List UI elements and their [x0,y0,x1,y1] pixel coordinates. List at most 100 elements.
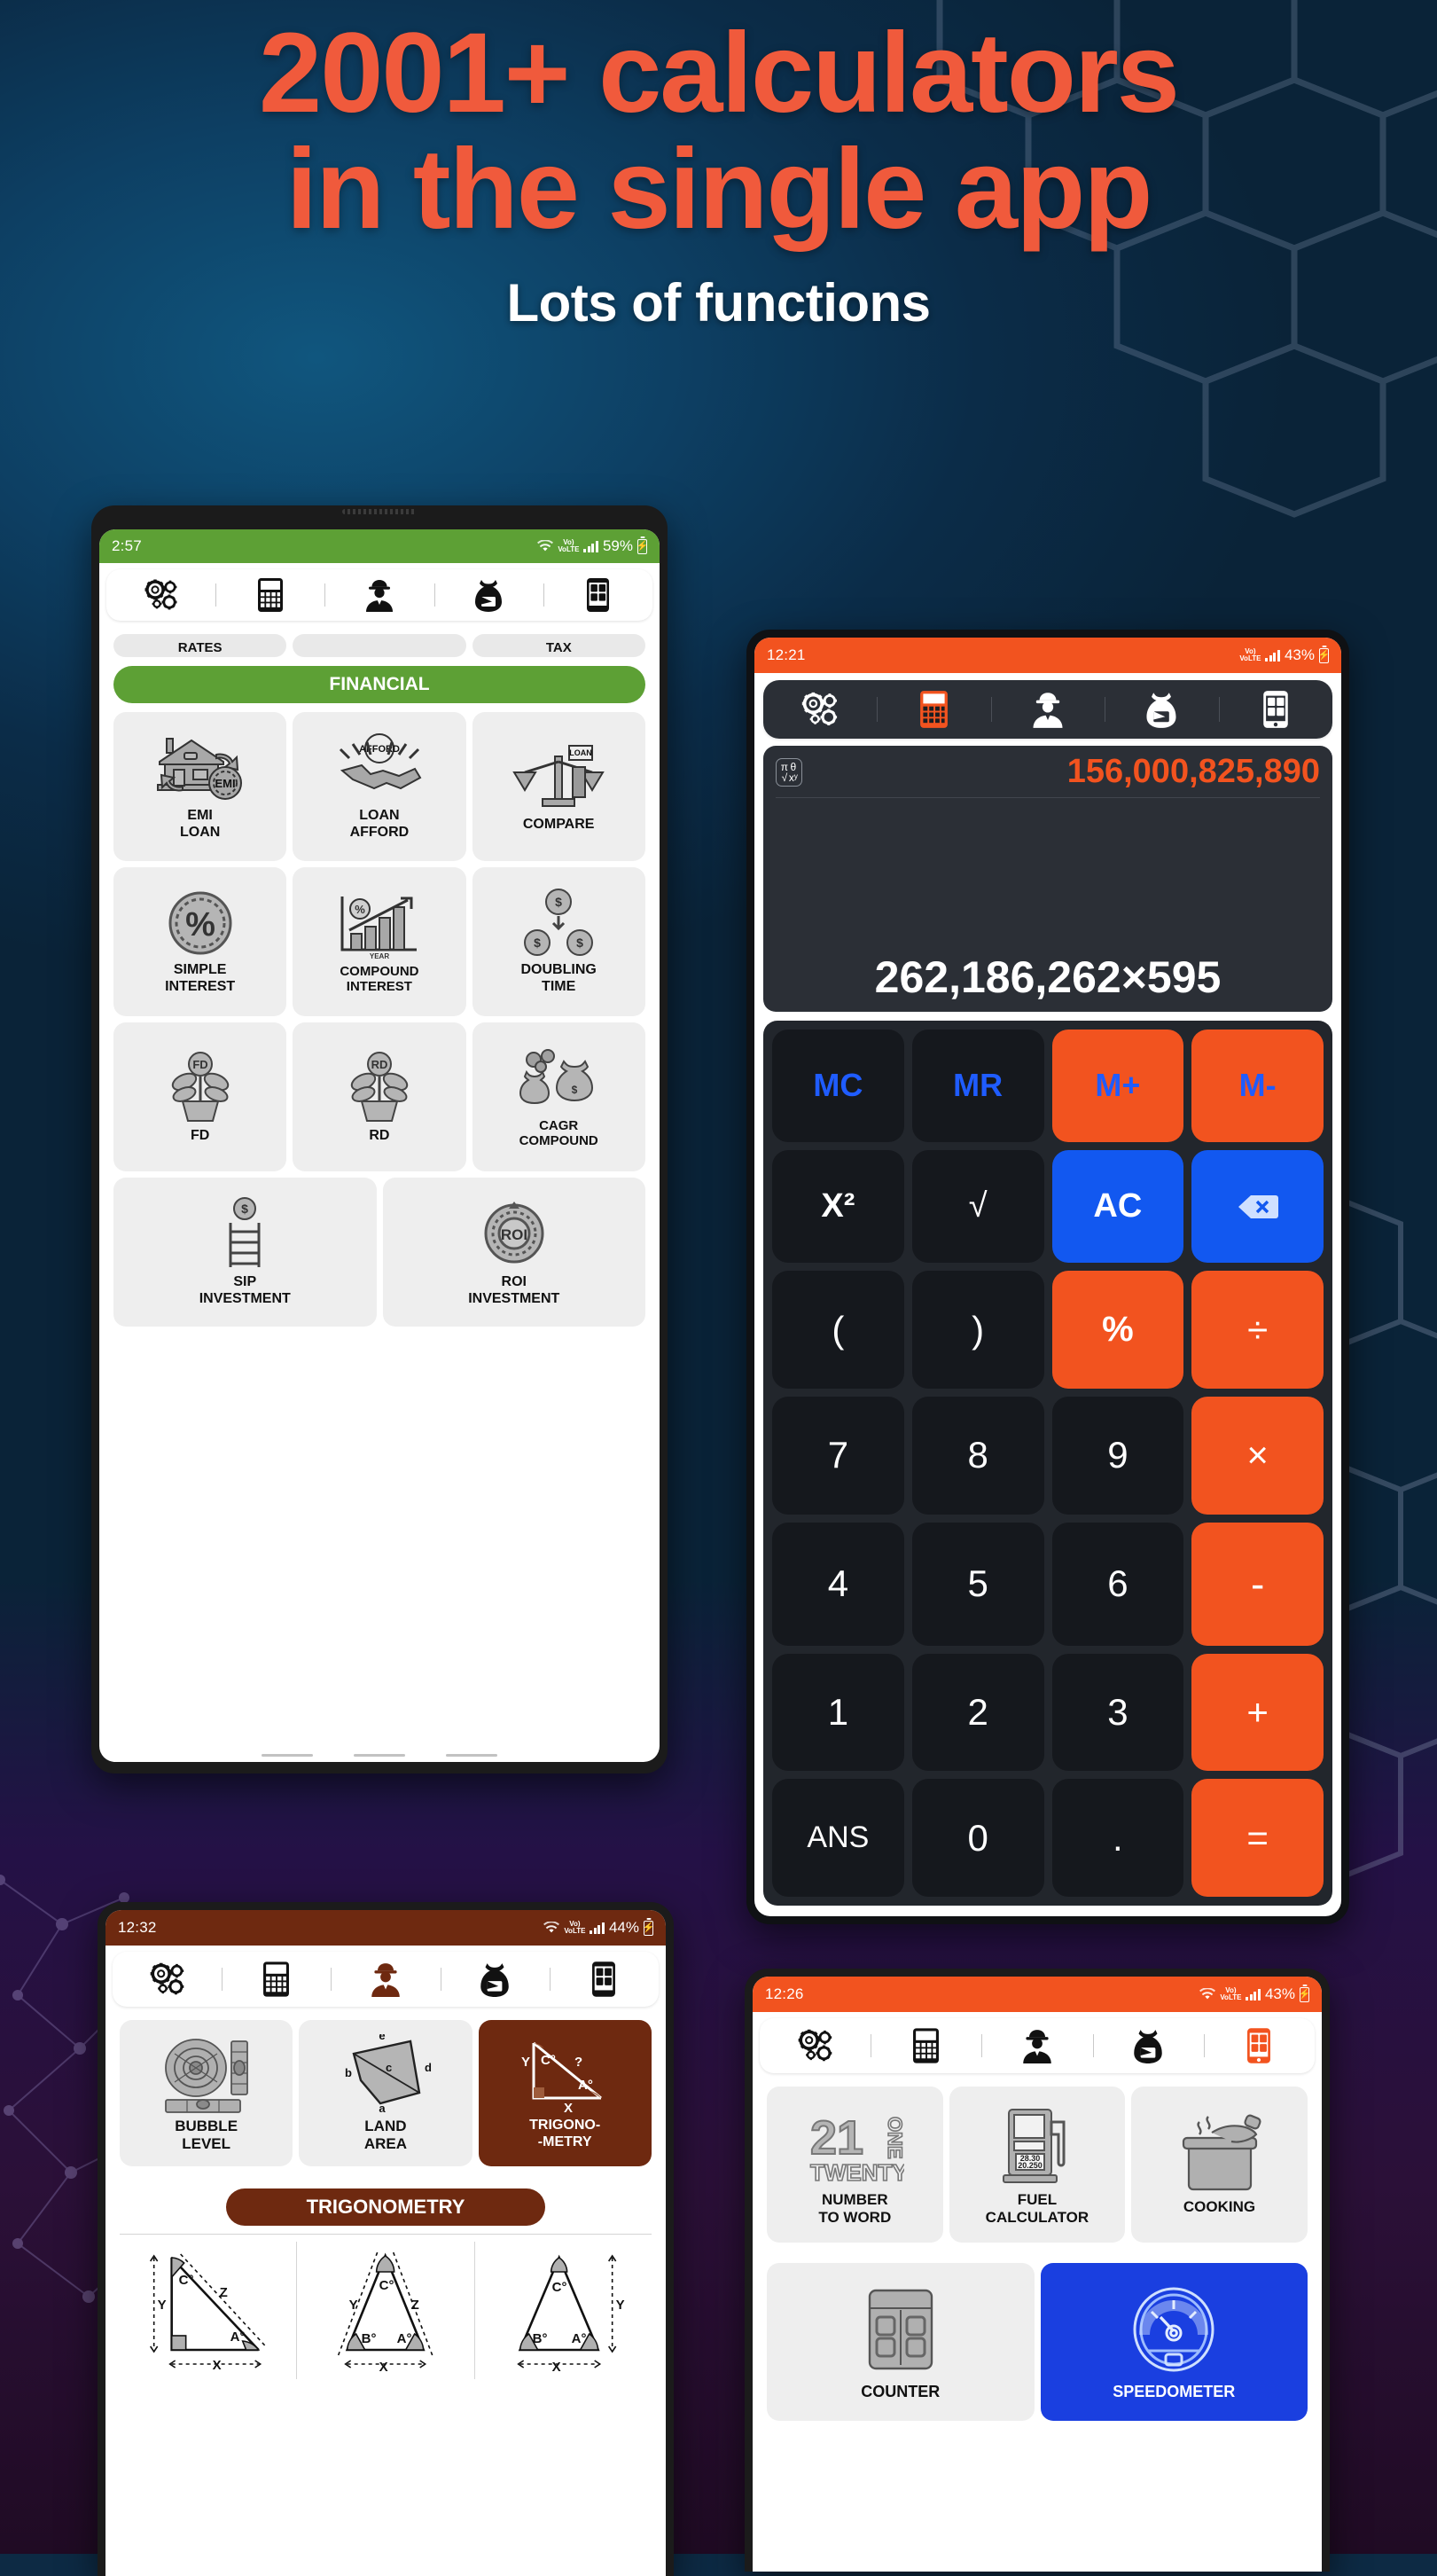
triangle-right-cell[interactable]: C° Z A° Y X [120,2242,298,2379]
chip-tax[interactable]: TAX [472,634,645,657]
key-3[interactable]: 3 [1051,1653,1184,1772]
sip-ladder-icon: $ [204,1196,285,1271]
toolbar-item-engineer[interactable] [324,577,433,613]
key-m-plus[interactable]: M+ [1051,1030,1184,1142]
key-square-root[interactable]: √ [911,1149,1044,1264]
key-2[interactable]: 2 [911,1653,1044,1772]
poster-headline-block: 2001+ calculators in the single app Lots… [0,15,1437,333]
tile-label: DOUBLING TIME [520,962,597,994]
key-6[interactable]: 6 [1051,1522,1184,1646]
svg-text:A°: A° [397,2331,412,2346]
tile-simple-interest[interactable]: % SIMPLE INTEREST [113,867,287,1016]
tile-trigonometry[interactable]: Y C° ? A° X TRIGONO- -METRY [478,2020,652,2166]
trigonometry-icon: Y C° ? A° X [516,2036,613,2114]
key-mr[interactable]: MR [911,1030,1044,1142]
key-add[interactable]: + [1191,1653,1324,1772]
toolbar-item-calculator-active[interactable] [877,690,990,729]
toolbar-item-engineer-active[interactable] [331,1961,440,1998]
tile-bubble-level[interactable]: BUBBLE LEVEL [120,2020,293,2166]
key-divide[interactable]: ÷ [1191,1271,1324,1390]
headline-line-2: in the single app [285,125,1153,253]
key-0[interactable]: 0 [911,1779,1044,1897]
svg-text:A°: A° [571,2331,586,2346]
svg-text:C°: C° [179,2273,194,2288]
tile-land-area[interactable]: e b c d a LAND AREA [299,2020,472,2166]
key-backspace[interactable] [1191,1149,1324,1264]
chip-rates[interactable]: RATES [113,634,287,657]
tile-label: FUEL CALCULATOR [985,2191,1089,2226]
settings-gears-icon [144,579,177,610]
triangle-isosceles-cell[interactable]: C° Y Z B° A° X [297,2242,475,2379]
engineer-screen: 12:32 Vo) VoLTE 44% ⚡ BUBBLE LEVEL e b c… [105,1910,666,2576]
key-open-paren[interactable]: ( [772,1271,904,1390]
toolbar-item-settings[interactable] [763,691,877,728]
toolbar-item-settings[interactable] [760,2028,871,2063]
toolbar-item-tools[interactable] [549,1961,659,1998]
key-all-clear[interactable]: AC [1051,1149,1184,1264]
toolbar-item-engineer[interactable] [990,690,1105,729]
key-7[interactable]: 7 [772,1397,904,1515]
tile-loan-afford[interactable]: AFFORD LOAN AFFORD [293,712,466,861]
tile-emi-loan[interactable]: EMI EMI LOAN [113,712,287,861]
key-4[interactable]: 4 [772,1522,904,1646]
trig-label-y: Y [521,2055,530,2070]
handshake-afford-icon: AFFORD [332,732,427,804]
toolbar-item-calculator[interactable] [222,1961,331,1998]
key-multiply[interactable]: × [1191,1397,1324,1515]
bubble-level-icon [159,2034,254,2114]
key-5[interactable]: 5 [911,1522,1044,1646]
toolbar-item-settings[interactable] [106,578,215,612]
tile-fd[interactable]: FD FD [113,1022,287,1171]
toolbar-item-calculator[interactable] [871,2027,981,2064]
toolbar-item-tools[interactable] [543,577,652,613]
chip-middle[interactable] [293,634,466,657]
key-ans[interactable]: ANS [772,1779,904,1897]
toolbar-item-finance[interactable] [1105,690,1218,729]
toolbar-item-settings[interactable] [113,1961,222,1997]
key-decimal[interactable]: . [1051,1779,1184,1897]
key-subtract[interactable]: - [1191,1522,1324,1646]
tile-label: TRIGONO- -METRY [529,2117,601,2149]
svg-text:X: X [551,2360,560,2375]
tile-speedometer[interactable]: SPEEDOMETER [1040,2263,1308,2421]
tile-cooking[interactable]: COOKING [1131,2087,1308,2243]
tile-number-to-word[interactable]: 21 ONE TWENTY NUMBER TO WORD [767,2087,943,2243]
tile-compound-interest[interactable]: % YEAR COMPOUND INTEREST [293,867,466,1016]
key-close-paren[interactable]: ) [911,1271,1044,1390]
tile-doubling-time[interactable]: $ $ $ DOUBLING TIME [472,867,645,1016]
toolbar-item-engineer[interactable] [981,2027,1092,2064]
tile-rd[interactable]: RD RD [293,1022,466,1171]
toolbar-item-finance[interactable] [433,577,543,613]
key-9[interactable]: 9 [1051,1397,1184,1515]
toolbar-item-tools-active[interactable] [1203,2027,1315,2064]
key-mc[interactable]: MC [772,1030,904,1142]
svg-text:LOAN: LOAN [569,748,592,757]
key-8[interactable]: 8 [911,1397,1044,1515]
key-equals[interactable]: = [1191,1779,1324,1897]
house-emi-icon: EMI [152,732,248,804]
key-percent[interactable]: % [1051,1271,1184,1390]
toolbar-item-finance[interactable] [1092,2027,1204,2064]
toolbar-item-calculator[interactable] [215,577,324,613]
svg-text:YEAR: YEAR [370,952,389,960]
scientific-toggle-button[interactable]: π θ √ xʸ [776,757,802,787]
toolbar-item-tools[interactable] [1218,690,1332,729]
key-x-squared[interactable]: X² [772,1149,904,1264]
section-header-label: TRIGONOMETRY [306,2196,465,2218]
tile-counter[interactable]: COUNTER [767,2263,1035,2421]
status-time: 12:21 [767,646,806,663]
tile-label: COUNTER [861,2382,941,2400]
growth-chart-icon: % YEAR [333,889,426,960]
tools-phone-icon [592,1961,616,1997]
key-m-minus[interactable]: M- [1191,1030,1324,1142]
tile-cagr-compound[interactable]: $ CAGR COMPOUND [472,1022,645,1171]
tile-fuel-calculator[interactable]: 28.30 20.250 FUEL CALCULATOR [949,2087,1126,2243]
tile-roi-investment[interactable]: ROI ROI INVESTMENT [382,1178,645,1327]
tile-sip-investment[interactable]: $ SIP INVESTMENT [113,1178,377,1327]
tile-compare[interactable]: LOAN COMPARE [472,712,645,861]
toolbar-item-finance[interactable] [440,1961,550,1998]
key-1[interactable]: 1 [772,1653,904,1772]
trig-label-c: C° [541,2053,556,2068]
triangle-height-cell[interactable]: C° B° A° Y X [475,2242,652,2379]
svg-text:ROI: ROI [501,1226,527,1243]
